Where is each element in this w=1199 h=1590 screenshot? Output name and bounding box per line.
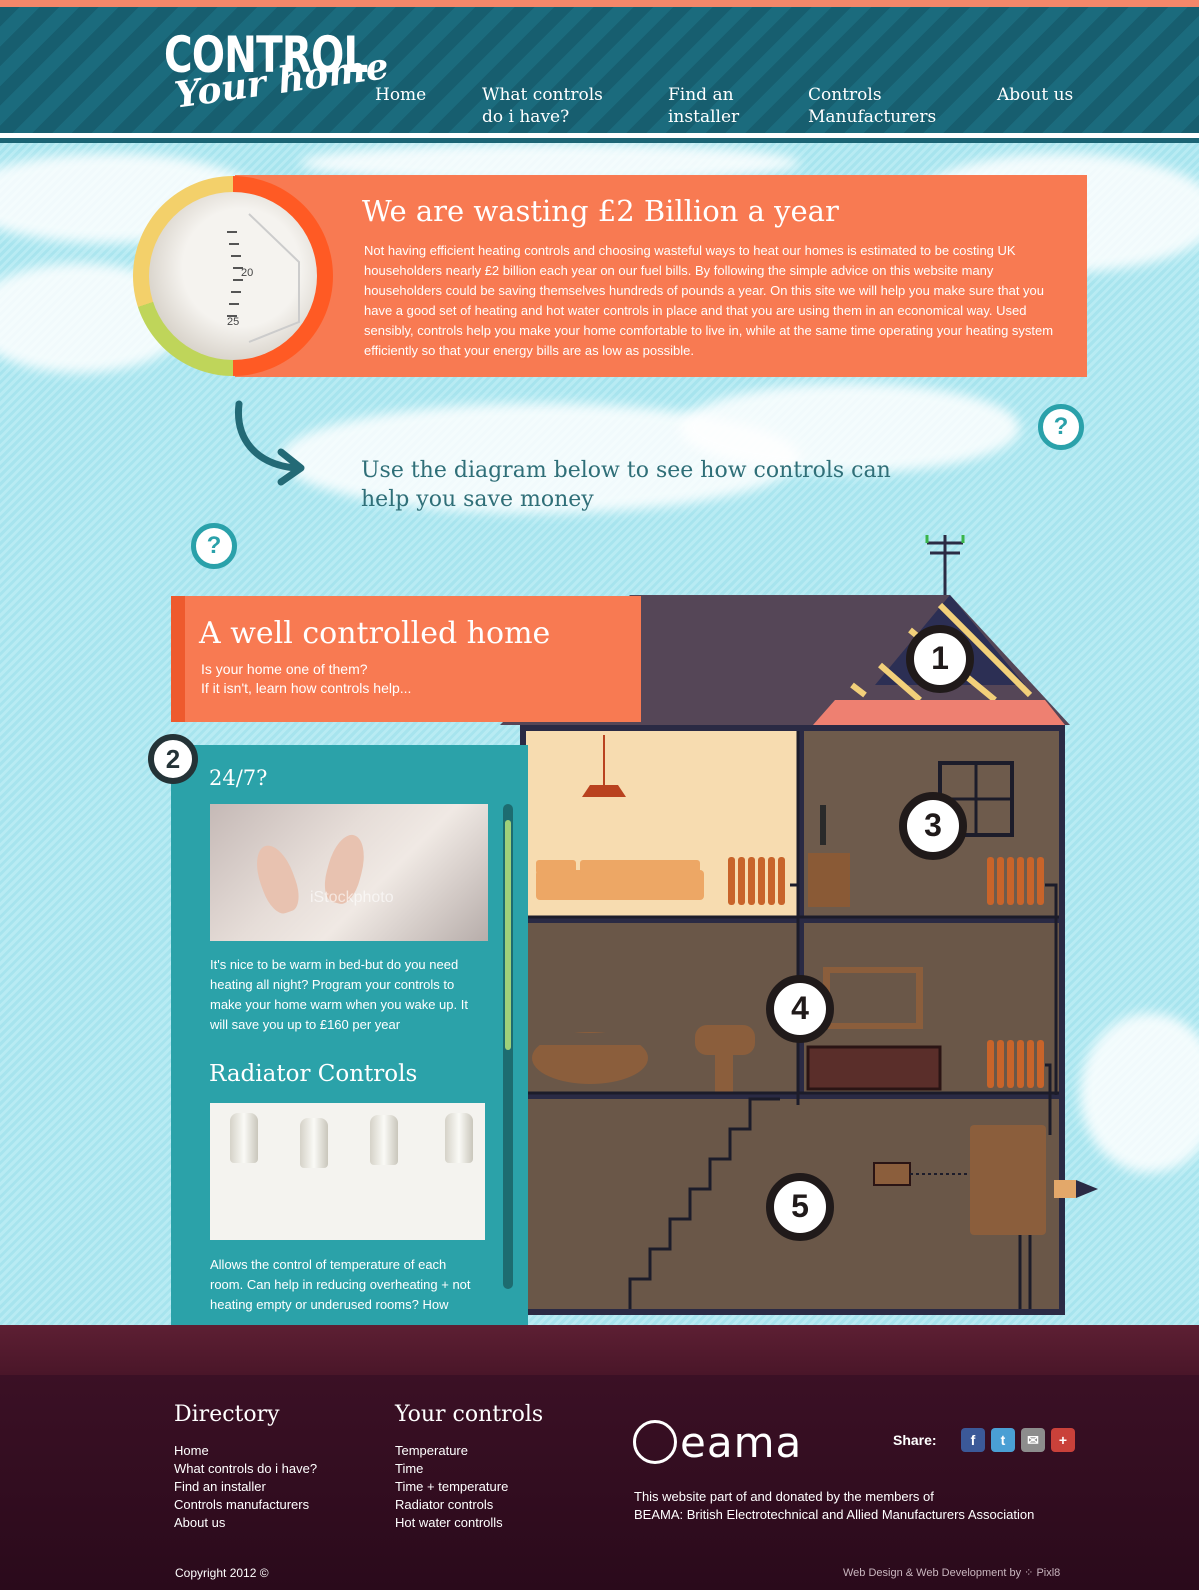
well-sub-line1: Is your home one of them?	[201, 661, 368, 677]
thermostat-dial-scale	[227, 213, 300, 343]
valve-shape	[300, 1118, 328, 1168]
marker-5-label[interactable]: 5	[785, 1188, 815, 1225]
panel-text-24-7: It's nice to be warm in bed-but do you n…	[210, 957, 468, 1032]
developer-credit-link[interactable]: Web Design & Web Development by ⁘ Pixl8	[843, 1566, 1060, 1579]
antenna-icon	[925, 535, 965, 595]
panel-heading-radiator-controls: Radiator Controls	[209, 1061, 418, 1087]
marker-1-label[interactable]: 1	[925, 640, 955, 677]
panel-heading-24-7: 24/7?	[209, 766, 268, 790]
footer-link-find-installer[interactable]: Find an installer	[174, 1478, 266, 1496]
valve-shape	[445, 1113, 473, 1163]
mail-icon[interactable]: ✉	[1021, 1428, 1045, 1452]
dial-label-20: 20	[241, 267, 254, 279]
beama-line2: BEAMA: British Electrotechnical and Alli…	[634, 1507, 1035, 1522]
nav-what-controls-line2: do i have?	[482, 107, 570, 127]
intro-text: Not having efficient heating controls an…	[364, 243, 1054, 358]
tv-cabinet-icon	[806, 1045, 942, 1091]
nav-home-label: Home	[375, 85, 427, 105]
marker-3-label[interactable]: 3	[918, 807, 948, 844]
feet-in-bed-image: iStockphoto	[210, 804, 488, 941]
loft-floor	[813, 700, 1065, 725]
footer-link-what-controls[interactable]: What controls do i have?	[174, 1460, 317, 1478]
well-sub-line2: If it isn't, learn how controls help...	[201, 680, 412, 696]
nav-find-installer[interactable]: Find an installer	[668, 84, 739, 128]
footer-link-manufacturers[interactable]: Controls manufacturers	[174, 1496, 309, 1514]
footer-link-time[interactable]: Time	[395, 1460, 423, 1478]
radiator-valves-image	[210, 1103, 485, 1240]
footer-band	[0, 1325, 1199, 1375]
help-icon[interactable]: ?	[1038, 404, 1084, 450]
desk-icon	[808, 853, 850, 907]
nav-manufacturers[interactable]: Controls Manufacturers	[808, 84, 936, 128]
footer-link-time-temperature[interactable]: Time + temperature	[395, 1478, 508, 1496]
share-label: Share:	[893, 1432, 937, 1448]
beama-logo-mark	[633, 1420, 677, 1464]
well-controlled-title: A well controlled home	[199, 616, 551, 651]
valve-shape	[370, 1115, 398, 1165]
thermostat-dial-image: 20 25	[149, 192, 317, 360]
footer-link-home[interactable]: Home	[174, 1442, 209, 1460]
top-accent-line	[0, 0, 1199, 7]
valve-shape	[230, 1113, 258, 1163]
nav-find-installer-line1: Find an	[668, 85, 734, 105]
dial-label-25: 25	[227, 316, 240, 328]
nav-what-controls-line1: What controls	[482, 85, 603, 105]
panel-number-badge: 2	[148, 734, 198, 784]
panel-text-radiator-controls: Allows the control of temperature of eac…	[210, 1257, 471, 1312]
nav-what-controls[interactable]: What controls do i have?	[482, 84, 603, 128]
help-icon[interactable]: ?	[191, 523, 237, 569]
curved-arrow-icon	[235, 400, 305, 486]
boiler-icon	[970, 1125, 1046, 1235]
intro-title: We are wasting £2 Billion a year	[362, 194, 839, 228]
copyright-text: Copyright 2012 ©	[175, 1566, 269, 1580]
nav-manufacturers-line1: Controls	[808, 85, 882, 105]
plus-icon[interactable]: +	[1051, 1428, 1075, 1452]
footer-controls-title: Your controls	[395, 1402, 544, 1427]
well-controlled-subtitle: Is your home one of them? If it isn't, l…	[201, 660, 411, 698]
beama-logo[interactable]: eama	[680, 1418, 802, 1467]
well-controlled-banner	[171, 596, 641, 722]
bed-icon	[536, 870, 704, 900]
footer-link-hot-water[interactable]: Hot water controlls	[395, 1514, 503, 1532]
footer-link-temperature[interactable]: Temperature	[395, 1442, 468, 1460]
image-watermark: iStockphoto	[310, 889, 394, 906]
beama-description: This website part of and donated by the …	[634, 1488, 1054, 1524]
panel-scrollbar-thumb[interactable]	[505, 820, 511, 1050]
footer-link-about-us[interactable]: About us	[174, 1514, 225, 1532]
marker-4-label[interactable]: 4	[785, 990, 815, 1027]
nav-home[interactable]: Home	[375, 84, 426, 106]
nav-manufacturers-line2: Manufacturers	[808, 107, 937, 127]
nav-about-us-label: About us	[997, 85, 1074, 105]
twitter-icon[interactable]: t	[991, 1428, 1015, 1452]
footer-directory-title: Directory	[174, 1402, 280, 1427]
sink-icon	[695, 1025, 755, 1055]
facebook-icon[interactable]: f	[961, 1428, 985, 1452]
nav-about-us[interactable]: About us	[997, 84, 1073, 106]
nav-find-installer-line2: installer	[668, 107, 740, 127]
footer-link-radiator-controls[interactable]: Radiator controls	[395, 1496, 493, 1514]
beama-line1: This website part of and donated by the …	[634, 1489, 934, 1504]
foot-shape	[249, 840, 305, 918]
diagram-prompt: Use the diagram below to see how control…	[361, 458, 891, 512]
